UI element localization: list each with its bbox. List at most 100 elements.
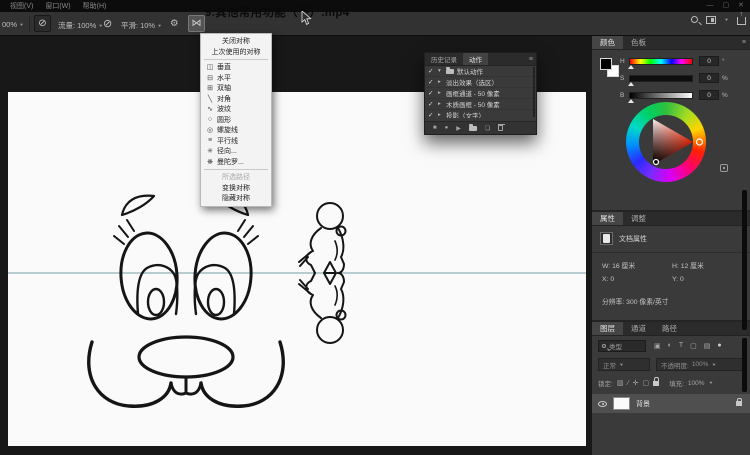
tab-color[interactable]: 颜色 xyxy=(592,36,623,49)
triangle-handle-icon xyxy=(654,160,659,165)
lock-position-icon[interactable]: ✛ xyxy=(633,379,639,387)
panel-menu-icon[interactable]: ≡ xyxy=(742,36,750,49)
lock-paint-icon[interactable]: ∕ xyxy=(627,380,628,387)
delete-icon[interactable] xyxy=(498,125,503,131)
filter-smart-object-icon[interactable]: ▤ xyxy=(704,342,711,350)
stop-icon[interactable]: ■ xyxy=(433,125,437,131)
chevron-down-icon[interactable]: ▼ xyxy=(724,17,729,22)
hue-value-field[interactable]: 0 xyxy=(699,56,719,66)
action-row[interactable]: ✓ ▸ 淡出效果（选区） xyxy=(425,77,536,88)
document-canvas[interactable] xyxy=(8,92,586,446)
tab-actions[interactable]: 动作 xyxy=(463,53,488,65)
color-wheel-options-icon[interactable] xyxy=(720,164,728,172)
filter-shape-icon[interactable]: ▢ xyxy=(690,342,697,350)
search-icon[interactable] xyxy=(691,16,698,23)
lock-all-icon[interactable] xyxy=(653,381,659,386)
expander-icon[interactable]: ▸ xyxy=(438,101,443,107)
expander-icon[interactable]: ▾ xyxy=(438,68,443,74)
menu-item-dual-axis[interactable]: ⊞双轴 xyxy=(201,83,271,94)
new-set-folder-icon[interactable] xyxy=(469,126,477,131)
layer-filter-field[interactable]: 类型 xyxy=(598,340,646,352)
smoothing-control[interactable]: 平滑: 10% ▼ xyxy=(121,20,162,31)
expander-icon[interactable]: ▸ xyxy=(438,79,443,85)
tab-swatches[interactable]: 色板 xyxy=(623,36,654,49)
filter-toggle-icon[interactable]: ● xyxy=(717,342,721,350)
action-row[interactable]: ✓ ▸ 投影（文字） xyxy=(425,110,536,118)
action-row[interactable]: ✓ ▸ 木质画框 - 50 像素 xyxy=(425,99,536,110)
menu-item-symmetry-off[interactable]: 关闭对称 xyxy=(201,36,271,47)
filter-adjustment-icon[interactable]: ◐ xyxy=(668,342,672,350)
tab-layers[interactable]: 图层 xyxy=(592,322,623,335)
check-icon[interactable]: ✓ xyxy=(428,78,435,86)
flow-control[interactable]: 流量: 100% ▼ xyxy=(58,20,103,31)
dock-scrollbar[interactable] xyxy=(742,190,747,330)
menu-item-horizontal[interactable]: ⊟水平 xyxy=(201,73,271,84)
smoothing-options-button[interactable]: ⚙ xyxy=(170,18,179,29)
color-wheel-triangle[interactable] xyxy=(626,102,706,182)
brightness-slider[interactable] xyxy=(629,92,693,99)
maximize-button[interactable]: ▢ xyxy=(723,0,730,12)
tab-paths[interactable]: 路径 xyxy=(654,322,685,335)
menu-item-last-used-symmetry[interactable]: 上次使用的对称 xyxy=(201,47,271,58)
menu-item-radial[interactable]: ✳径向... xyxy=(201,146,271,157)
expander-icon[interactable]: ▸ xyxy=(438,112,443,118)
background-lock-icon[interactable] xyxy=(736,401,742,406)
action-row[interactable]: ✓ ▾ 默认动作 xyxy=(425,66,536,77)
filter-pixel-icon[interactable]: ▣ xyxy=(654,342,661,350)
hue-slider[interactable] xyxy=(629,58,693,65)
menu-item-hide-symmetry[interactable]: 隐藏对称 xyxy=(201,193,271,204)
slider-handle-icon[interactable] xyxy=(628,65,634,69)
lock-transparency-icon[interactable]: ▨ xyxy=(617,379,624,387)
actions-transport-bar: ■ ● ▶ ❏ xyxy=(425,121,536,134)
panel-menu-icon[interactable]: ≡ xyxy=(529,53,536,65)
brush-pressure-button[interactable]: ⊘ xyxy=(34,15,51,32)
tab-properties[interactable]: 属性 xyxy=(592,212,623,225)
foreground-color-swatch[interactable] xyxy=(600,58,612,70)
menu-item-spiral[interactable]: ◎螺旋线 xyxy=(201,125,271,136)
layer-thumbnail[interactable] xyxy=(613,397,630,410)
saturation-value-field[interactable]: 0 xyxy=(699,73,719,83)
actions-scrollbar[interactable] xyxy=(533,67,535,117)
menu-item-diagonal[interactable]: ╲对角 xyxy=(201,94,271,105)
menu-help[interactable]: 帮助(H) xyxy=(83,1,107,11)
action-row[interactable]: ✓ ▸ 画框通道 - 50 像素 xyxy=(425,88,536,99)
menu-item-wavy[interactable]: ∿波纹 xyxy=(201,104,271,115)
menu-item-parallel-lines[interactable]: ≡平行线 xyxy=(201,136,271,147)
new-action-icon[interactable]: ❏ xyxy=(485,125,490,132)
saturation-slider[interactable] xyxy=(629,75,693,82)
share-icon[interactable] xyxy=(737,17,746,25)
dock-scrollbar[interactable] xyxy=(742,338,747,392)
tab-adjustments[interactable]: 调整 xyxy=(623,212,654,225)
fill-value[interactable]: 100% xyxy=(688,380,705,387)
layer-opacity-control[interactable]: 不透明度: 100% ▼ xyxy=(656,358,744,371)
menu-item-circle[interactable]: ○圆形 xyxy=(201,115,271,126)
play-icon[interactable]: ▶ xyxy=(456,125,461,132)
menu-view[interactable]: 视图(V) xyxy=(10,1,33,11)
visibility-eye-icon[interactable] xyxy=(598,401,607,407)
record-icon[interactable]: ● xyxy=(445,125,449,131)
menu-item-mandala[interactable]: ❋曼陀罗... xyxy=(201,157,271,168)
hue-ring-handle-icon xyxy=(697,139,703,145)
menu-item-transform-symmetry[interactable]: 变换对称 xyxy=(201,183,271,194)
tab-history[interactable]: 历史记录 xyxy=(425,53,463,65)
opacity-control[interactable]: 00% ▼ xyxy=(2,20,24,29)
filter-type-icon[interactable]: T xyxy=(679,342,683,350)
menu-item-vertical[interactable]: ◫垂直 xyxy=(201,62,271,73)
check-icon[interactable]: ✓ xyxy=(428,111,435,118)
workspace-switcher-icon[interactable] xyxy=(706,16,716,24)
check-icon[interactable]: ✓ xyxy=(428,89,435,97)
expander-icon[interactable]: ▸ xyxy=(438,90,443,96)
slider-handle-icon[interactable] xyxy=(628,82,634,86)
tab-channels[interactable]: 通道 xyxy=(623,322,654,335)
minimize-button[interactable]: — xyxy=(707,0,714,12)
lock-artboard-icon[interactable]: ▢ xyxy=(642,379,649,387)
menu-window[interactable]: 窗口(W) xyxy=(45,1,70,11)
brightness-value-field[interactable]: 0 xyxy=(699,90,719,100)
layer-row-background[interactable]: 背景 xyxy=(592,394,750,413)
airbrush-button[interactable]: ⊘ xyxy=(103,17,112,30)
color-wheel[interactable] xyxy=(626,102,706,182)
paint-symmetry-button[interactable]: ⋈ xyxy=(188,15,205,32)
check-icon[interactable]: ✓ xyxy=(428,100,435,108)
check-icon[interactable]: ✓ xyxy=(428,67,435,75)
blend-mode-select[interactable]: 正常 ▼ xyxy=(598,358,650,371)
